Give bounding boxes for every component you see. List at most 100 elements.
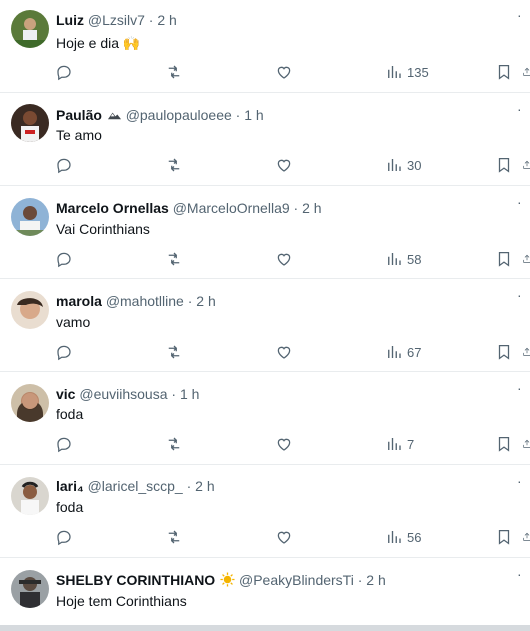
bookmark-button[interactable]	[495, 433, 513, 455]
separator-dot: ·	[187, 293, 193, 309]
reply-button[interactable]	[55, 248, 73, 270]
more-options-icon[interactable]: ·	[517, 8, 522, 22]
repost-button[interactable]	[165, 154, 183, 176]
views-count: 67	[407, 344, 422, 360]
separator-dot: ·	[293, 200, 299, 216]
like-button[interactable]	[275, 433, 293, 455]
views-button[interactable]: 56	[385, 526, 421, 548]
bookmark-icon	[498, 344, 510, 360]
user-avatar[interactable]	[11, 10, 49, 48]
repost-button[interactable]	[165, 61, 183, 83]
like-button[interactable]	[275, 61, 293, 83]
reply-button[interactable]	[55, 433, 73, 455]
display-name[interactable]: Luiz	[56, 12, 84, 28]
timestamp[interactable]: 1 h	[180, 386, 199, 402]
reply-item[interactable]: marola @mahotlline · 2 h · vamo 67	[0, 279, 530, 372]
bookmark-button[interactable]	[495, 154, 513, 176]
timestamp[interactable]: 2 h	[302, 200, 321, 216]
display-name[interactable]: Paulão	[56, 107, 102, 123]
views-count: 58	[407, 251, 422, 267]
views-button[interactable]: 30	[385, 154, 421, 176]
reply-item[interactable]: SHELBY CORINTHIANO @PeakyBlindersTi · 2 …	[0, 558, 530, 630]
repost-button[interactable]	[165, 341, 183, 363]
user-avatar[interactable]	[11, 291, 49, 329]
share-button[interactable]	[522, 341, 530, 363]
repost-icon	[168, 158, 180, 172]
user-avatar[interactable]	[11, 198, 49, 236]
user-avatar[interactable]	[11, 384, 49, 422]
comment-icon	[57, 252, 71, 268]
bookmark-button[interactable]	[495, 341, 513, 363]
user-handle[interactable]: @paulopauloeee	[126, 107, 232, 123]
user-handle[interactable]: @mahotlline	[106, 293, 184, 309]
reply-button[interactable]	[55, 526, 73, 548]
share-button[interactable]	[522, 248, 530, 270]
views-button[interactable]: 58	[385, 248, 421, 270]
more-options-icon[interactable]: ·	[517, 195, 522, 209]
display-name[interactable]: Marcelo Ornellas	[56, 200, 169, 216]
user-avatar[interactable]	[11, 570, 49, 608]
user-avatar[interactable]	[11, 104, 49, 142]
repost-button[interactable]	[165, 248, 183, 270]
more-options-icon[interactable]: ·	[517, 381, 522, 395]
more-options-icon[interactable]: ·	[517, 102, 522, 116]
timestamp[interactable]: 2 h	[195, 478, 214, 494]
views-button[interactable]: 67	[385, 341, 421, 363]
display-name[interactable]: SHELBY CORINTHIANO	[56, 572, 215, 588]
reply-item[interactable]: Paulão @paulopauloeee · 1 h · Te amo 30	[0, 93, 530, 186]
user-handle[interactable]: @MarceloOrnella9	[173, 200, 290, 216]
reply-header: lari₄ @laricel_sccp_ · 2 h	[56, 477, 215, 495]
timestamp[interactable]: 2 h	[366, 572, 385, 588]
user-handle[interactable]: @laricel_sccp_	[88, 478, 183, 494]
display-name[interactable]: vic	[56, 386, 75, 402]
reply-button[interactable]	[55, 154, 73, 176]
reply-item[interactable]: Luiz @Lzsilv7 · 2 h · Hoje e dia 🙌 135	[0, 0, 530, 93]
reply-item[interactable]: vic @euviihsousa · 1 h · foda 7	[0, 372, 530, 465]
reply-text: vamo	[56, 314, 91, 330]
bookmark-button[interactable]	[495, 61, 513, 83]
like-button[interactable]	[275, 341, 293, 363]
share-button[interactable]	[522, 154, 530, 176]
views-button[interactable]: 135	[385, 61, 429, 83]
views-count: 30	[407, 157, 422, 173]
reply-button[interactable]	[55, 341, 73, 363]
sun-icon	[220, 572, 235, 587]
reply-button[interactable]	[55, 61, 73, 83]
views-button[interactable]: 7	[385, 433, 414, 455]
more-options-icon[interactable]: ·	[517, 288, 522, 302]
more-options-icon[interactable]: ·	[517, 474, 522, 488]
separator-dot: ·	[171, 386, 177, 402]
user-avatar[interactable]	[11, 477, 49, 515]
like-button[interactable]	[275, 248, 293, 270]
bookmark-icon	[498, 64, 510, 80]
separator-dot: ·	[186, 478, 192, 494]
user-handle[interactable]: @PeakyBlindersTi	[239, 572, 354, 588]
repost-button[interactable]	[165, 526, 183, 548]
bar-chart-icon	[388, 159, 401, 171]
display-name[interactable]: marola	[56, 293, 102, 309]
share-button[interactable]	[522, 433, 530, 455]
more-options-icon[interactable]: ·	[517, 567, 522, 581]
timestamp[interactable]: 1 h	[244, 107, 263, 123]
user-handle[interactable]: @Lzsilv7	[88, 12, 145, 28]
bookmark-button[interactable]	[495, 526, 513, 548]
comment-icon	[57, 158, 71, 174]
share-button[interactable]	[522, 526, 530, 548]
display-name[interactable]: lari₄	[56, 478, 84, 494]
share-button[interactable]	[522, 61, 530, 83]
bar-chart-icon	[388, 253, 401, 265]
repost-button[interactable]	[165, 433, 183, 455]
timestamp[interactable]: 2 h	[196, 293, 215, 309]
reply-item[interactable]: Marcelo Ornellas @MarceloOrnella9 · 2 h …	[0, 186, 530, 279]
like-button[interactable]	[275, 154, 293, 176]
like-button[interactable]	[275, 526, 293, 548]
repost-icon	[168, 345, 180, 359]
bookmark-button[interactable]	[495, 248, 513, 270]
heart-icon	[277, 531, 291, 544]
heart-icon	[277, 159, 291, 172]
comment-icon	[57, 437, 71, 453]
reply-item[interactable]: lari₄ @laricel_sccp_ · 2 h · foda 56	[0, 465, 530, 558]
timestamp[interactable]: 2 h	[157, 12, 176, 28]
reply-header: Luiz @Lzsilv7 · 2 h	[56, 11, 177, 29]
user-handle[interactable]: @euviihsousa	[79, 386, 167, 402]
